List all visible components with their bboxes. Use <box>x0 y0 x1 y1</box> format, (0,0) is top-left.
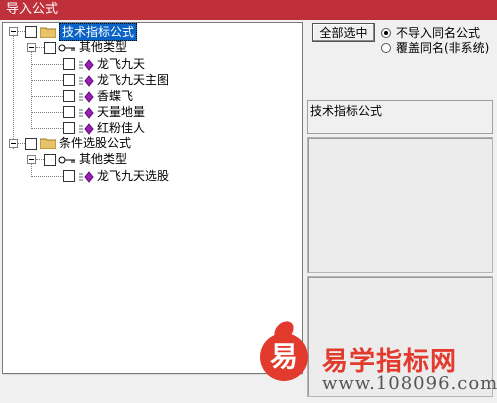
expand-toggle[interactable] <box>9 139 18 148</box>
checkbox-item[interactable] <box>63 122 75 134</box>
tree-line <box>31 163 32 177</box>
checkbox-other-type[interactable] <box>44 154 56 166</box>
tree-line <box>31 128 63 129</box>
checkbox-item[interactable] <box>63 90 75 102</box>
checkbox-item[interactable] <box>63 170 75 182</box>
expand-toggle[interactable] <box>9 27 18 36</box>
window-title: 导入公式 <box>6 2 59 17</box>
tree-line <box>31 176 63 177</box>
tree-line <box>36 47 44 48</box>
tree-item-formula[interactable]: 龙飞九天主图 <box>97 72 169 88</box>
formula-icon <box>79 59 94 71</box>
key-icon <box>58 156 75 164</box>
radio-no-import-same-label: 不导入同名公式 <box>396 26 481 40</box>
formula-icon <box>79 123 94 135</box>
tree-line <box>31 96 63 97</box>
tree-item-stock-group[interactable]: 条件选股公式 <box>59 135 131 151</box>
tree-item-other-type[interactable]: 其他类型 <box>79 39 127 55</box>
tree-line <box>18 31 25 32</box>
select-all-button[interactable]: 全部选中 <box>312 23 375 42</box>
tree-line <box>31 51 32 129</box>
key-icon <box>58 44 75 52</box>
formula-type-text: 技术指标公式 <box>310 104 383 118</box>
formula-icon <box>79 107 94 119</box>
formula-type-field: 技术指标公式 <box>307 100 493 134</box>
tree-line <box>31 112 63 113</box>
expand-toggle[interactable] <box>27 155 36 164</box>
checkbox-item[interactable] <box>63 74 75 86</box>
watermark-logo: 易 <box>260 333 308 381</box>
radio-overwrite-same[interactable] <box>381 43 391 53</box>
formula-tree[interactable]: 技术指标公式 其他类型 龙飞九天 龙飞九天主图 香蝶飞 天量地量 红粉佳人 条件… <box>2 22 303 374</box>
tree-line <box>31 80 63 81</box>
checkbox-item[interactable] <box>63 58 75 70</box>
checkbox-item[interactable] <box>63 106 75 118</box>
watermark-url: www.108096.com <box>322 373 497 394</box>
folder-icon <box>40 138 56 149</box>
tree-line <box>31 64 63 65</box>
title-bar: 导入公式 <box>0 0 497 20</box>
tree-item-formula[interactable]: 龙飞九天 <box>97 56 145 72</box>
formula-icon <box>79 91 94 103</box>
formula-icon <box>79 75 94 87</box>
horizontal-scrollbar[interactable] <box>3 374 303 392</box>
tree-item-formula[interactable]: 香蝶飞 <box>97 88 133 104</box>
checkbox-group-technical[interactable] <box>25 26 37 38</box>
formula-icon <box>79 171 94 183</box>
tree-line <box>13 35 14 149</box>
tree-item-formula[interactable]: 龙飞九天选股 <box>97 168 169 184</box>
checkbox-group-stock[interactable] <box>25 138 37 150</box>
tree-item-other-type[interactable]: 其他类型 <box>79 151 127 167</box>
radio-overwrite-same-label: 覆盖同名(非系统) <box>396 41 490 55</box>
radio-no-import-same[interactable] <box>381 28 391 38</box>
checkbox-other-type[interactable] <box>44 42 56 54</box>
tree-item-formula[interactable]: 天量地量 <box>97 104 145 120</box>
description-panel <box>307 137 493 273</box>
tree-item-formula[interactable]: 红粉佳人 <box>97 120 145 136</box>
folder-icon <box>40 27 56 38</box>
tree-line <box>36 159 44 160</box>
expand-toggle[interactable] <box>27 43 36 52</box>
tree-line <box>18 143 25 144</box>
